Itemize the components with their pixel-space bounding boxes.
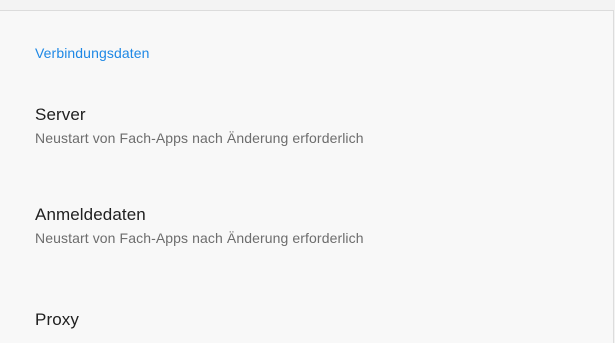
pref-title: Anmeldedaten [35,205,146,224]
pref-item-anmeldedaten[interactable]: Anmeldedaten Neustart von Fach-Apps nach… [35,204,595,247]
pref-item-proxy[interactable]: Proxy [35,309,595,331]
pref-summary: Neustart von Fach-Apps nach Änderung erf… [35,230,364,246]
pref-title: Proxy [35,310,79,329]
settings-panel: Verbindungsdaten Server Neustart von Fac… [0,10,614,343]
pref-summary: Neustart von Fach-Apps nach Änderung erf… [35,130,364,146]
pref-title: Server [35,105,86,124]
pref-item-server[interactable]: Server Neustart von Fach-Apps nach Änder… [35,104,595,147]
section-header-verbindungsdaten: Verbindungsdaten [35,45,150,61]
